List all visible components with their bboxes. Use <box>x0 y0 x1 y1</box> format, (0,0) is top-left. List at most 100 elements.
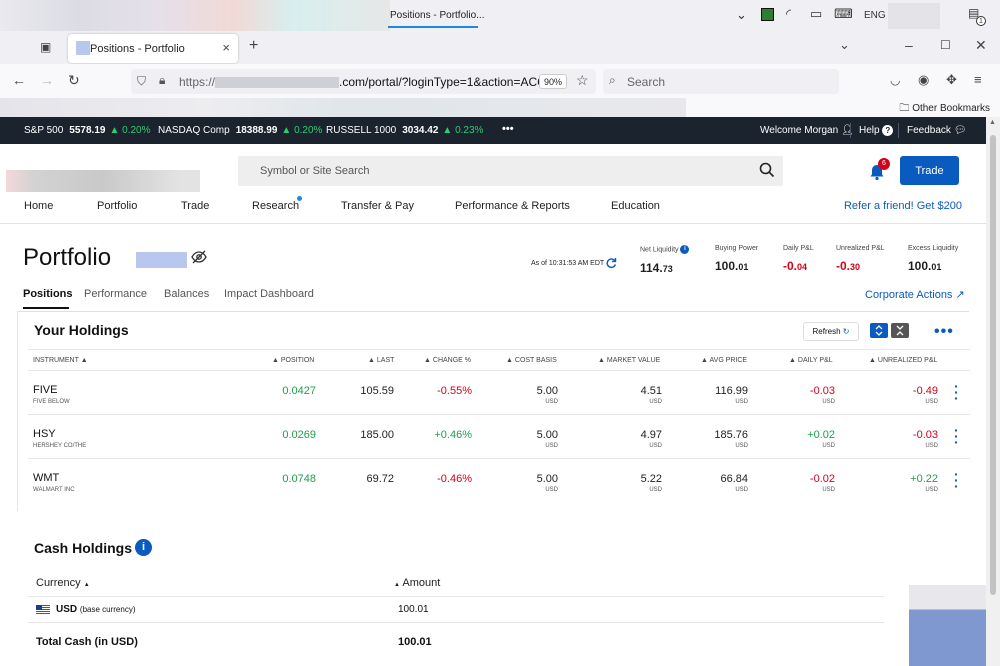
column-label: POSITION <box>280 357 315 364</box>
browser-search-bar[interactable]: ⌕ Search <box>603 69 839 94</box>
row-symbol[interactable]: FIVE <box>33 384 57 396</box>
menu-icon[interactable]: ≡ <box>974 72 982 87</box>
ticker-more-button[interactable]: ••• <box>502 123 514 135</box>
account-icon[interactable]: ◉ <box>918 72 929 88</box>
metric-daily-pnl: Daily P&L -0.04 <box>783 245 814 273</box>
welcome-user[interactable]: Welcome Morgan 👤︎ <box>760 125 854 136</box>
column-header-currency[interactable]: Currency ▲ <box>36 577 90 589</box>
language-indicator[interactable]: ENG <box>864 10 886 21</box>
app-tray-icon[interactable] <box>761 8 774 21</box>
refresh-icon[interactable] <box>605 257 617 269</box>
more-options-icon[interactable]: ••• <box>934 323 954 341</box>
page-scrollbar[interactable]: ▲ <box>986 117 1000 666</box>
feedback-link[interactable]: Feedback 💬︎ <box>907 125 966 136</box>
table-row[interactable]: WMT WALMART INC 0.0748 69.72 -0.46% 5.00… <box>28 459 970 503</box>
redacted-bookmarks <box>0 98 686 117</box>
reload-icon[interactable]: ↻ <box>68 72 80 89</box>
chevron-up-icon[interactable]: ⌄ <box>736 7 747 23</box>
list-tabs-chevron-icon[interactable]: ⌄ <box>839 37 850 53</box>
row-unrealized-pnl: +0.22 <box>910 473 938 485</box>
trade-button[interactable]: Trade <box>900 156 959 185</box>
minimize-icon[interactable]: – <box>905 37 913 53</box>
url-bar[interactable]: ⛉ 🔒︎ https:// .com/portal/?loginType=1&ac… <box>131 69 596 94</box>
keyboard-icon[interactable]: ⌨ <box>834 6 853 22</box>
row-symbol[interactable]: HSY <box>33 428 56 440</box>
search-icon[interactable] <box>759 162 775 178</box>
other-bookmarks[interactable]: 🗀︎ Other Bookmarks <box>899 101 990 118</box>
row-menu-icon[interactable]: · · · <box>954 379 959 405</box>
tab-performance[interactable]: Performance <box>84 288 147 300</box>
column-header-last[interactable]: ▲ LAST <box>368 357 394 364</box>
hide-eye-icon[interactable] <box>191 250 207 264</box>
row-company-name: FIVE BELOW <box>33 399 70 405</box>
column-header-position[interactable]: ▲ POSITION <box>272 357 314 364</box>
table-row[interactable]: HSY HERSHEY CO/THE 0.0269 185.00 +0.46% … <box>28 415 970 459</box>
close-tab-icon[interactable]: × <box>222 40 230 55</box>
browser-tab-active[interactable]: Positions - Portfolio × <box>68 34 238 63</box>
window-close-icon[interactable]: ✕ <box>975 37 987 54</box>
nav-transfer-pay[interactable]: Transfer & Pay <box>341 200 414 212</box>
ticker-nasdaq[interactable]: NASDAQ Comp 18388.99 ▲ 0.20% <box>158 125 322 136</box>
column-header-instrument[interactable]: INSTRUMENT ▲ <box>33 357 88 364</box>
info-icon[interactable]: i <box>135 539 152 556</box>
help-link[interactable]: Help ? <box>859 125 894 136</box>
nav-home[interactable]: Home <box>24 200 53 212</box>
info-icon[interactable]: i <box>680 245 690 254</box>
tab-balances[interactable]: Balances <box>164 288 209 300</box>
row-avg-currency: USD <box>735 487 748 493</box>
scrollbar-thumb[interactable] <box>990 135 996 595</box>
nav-performance-reports[interactable]: Performance & Reports <box>455 200 570 212</box>
expand-all-button[interactable] <box>870 323 888 338</box>
column-header-cost-basis[interactable]: ▲ COST BASIS <box>506 357 557 364</box>
shield-icon[interactable]: ⛉ <box>137 74 146 89</box>
column-header-daily-pnl[interactable]: ▲ DAILY P&L <box>789 357 833 364</box>
refresh-button[interactable]: Refresh ↻ <box>803 322 859 341</box>
back-icon[interactable]: ← <box>12 72 26 88</box>
refer-friend-link[interactable]: Refer a friend! Get $200 <box>844 200 962 212</box>
redacted-logo[interactable] <box>6 170 200 192</box>
site-search-input[interactable]: Symbol or Site Search <box>238 156 783 186</box>
row-market-currency: USD <box>649 443 662 449</box>
url-text: https:// .com/portal/?loginType=1&action=… <box>179 75 560 89</box>
metric-value: -0. <box>783 259 798 273</box>
collapse-all-button[interactable] <box>891 323 909 338</box>
column-header-market-value[interactable]: ▲ MARKET VALUE <box>598 357 660 364</box>
forward-icon[interactable]: → <box>40 72 54 88</box>
bookmark-star-icon[interactable]: ☆ <box>576 72 589 89</box>
column-header-unrealized-pnl[interactable]: ▲ UNREALIZED P&L <box>869 357 937 364</box>
ticker-sp500[interactable]: S&P 500 5578.19 ▲ 0.20% <box>24 125 150 136</box>
row-symbol[interactable]: WMT <box>33 472 59 484</box>
nav-portfolio[interactable]: Portfolio <box>97 200 137 212</box>
corporate-actions-link[interactable]: Corporate Actions ↗ <box>865 288 965 301</box>
nav-education[interactable]: Education <box>611 200 660 212</box>
feedback-label: Feedback <box>907 125 951 136</box>
new-tab-icon[interactable]: + <box>249 37 258 55</box>
lock-icon[interactable]: 🔒︎ <box>159 73 165 88</box>
row-daily-pnl: -0.03 <box>809 385 835 397</box>
nav-trade[interactable]: Trade <box>181 200 209 212</box>
scroll-up-icon[interactable]: ▲ <box>989 119 996 126</box>
column-header-amount[interactable]: ▲ Amount <box>394 577 440 589</box>
ticker-russell[interactable]: RUSSELL 1000 3034.42 ▲ 0.23% <box>326 125 483 136</box>
tab-positions[interactable]: Positions <box>23 288 73 300</box>
zoom-level[interactable]: 90% <box>539 74 567 89</box>
table-row[interactable]: FIVE FIVE BELOW 0.0427 105.59 -0.55% 5.0… <box>28 371 970 415</box>
row-company-name: WALMART INC <box>33 487 75 493</box>
browser-search-placeholder: Search <box>627 75 666 89</box>
pocket-icon[interactable]: ◡ <box>890 73 900 87</box>
os-window-title[interactable]: Positions - Portfolio... <box>390 10 484 21</box>
maximize-icon[interactable]: ☐ <box>940 38 951 52</box>
nav-research[interactable]: Research <box>252 200 299 212</box>
tab-overview-icon[interactable]: ▣ <box>40 40 51 54</box>
corporate-actions-label: Corporate Actions <box>865 289 953 301</box>
row-menu-icon[interactable]: · · · <box>954 467 959 493</box>
battery-icon[interactable]: ▭ <box>810 6 822 22</box>
column-header-avg-price[interactable]: ▲ AVG PRICE <box>701 357 747 364</box>
metric-value: 100. <box>715 259 739 273</box>
row-menu-icon[interactable]: · · · <box>954 423 959 449</box>
tab-impact-dashboard[interactable]: Impact Dashboard <box>224 288 314 300</box>
column-header-change[interactable]: ▲ CHANGE % <box>424 357 471 364</box>
extensions-icon[interactable]: ✥ <box>946 72 957 88</box>
refresh-label: Refresh <box>812 327 841 336</box>
wifi-icon[interactable]: ◜ <box>786 6 791 22</box>
